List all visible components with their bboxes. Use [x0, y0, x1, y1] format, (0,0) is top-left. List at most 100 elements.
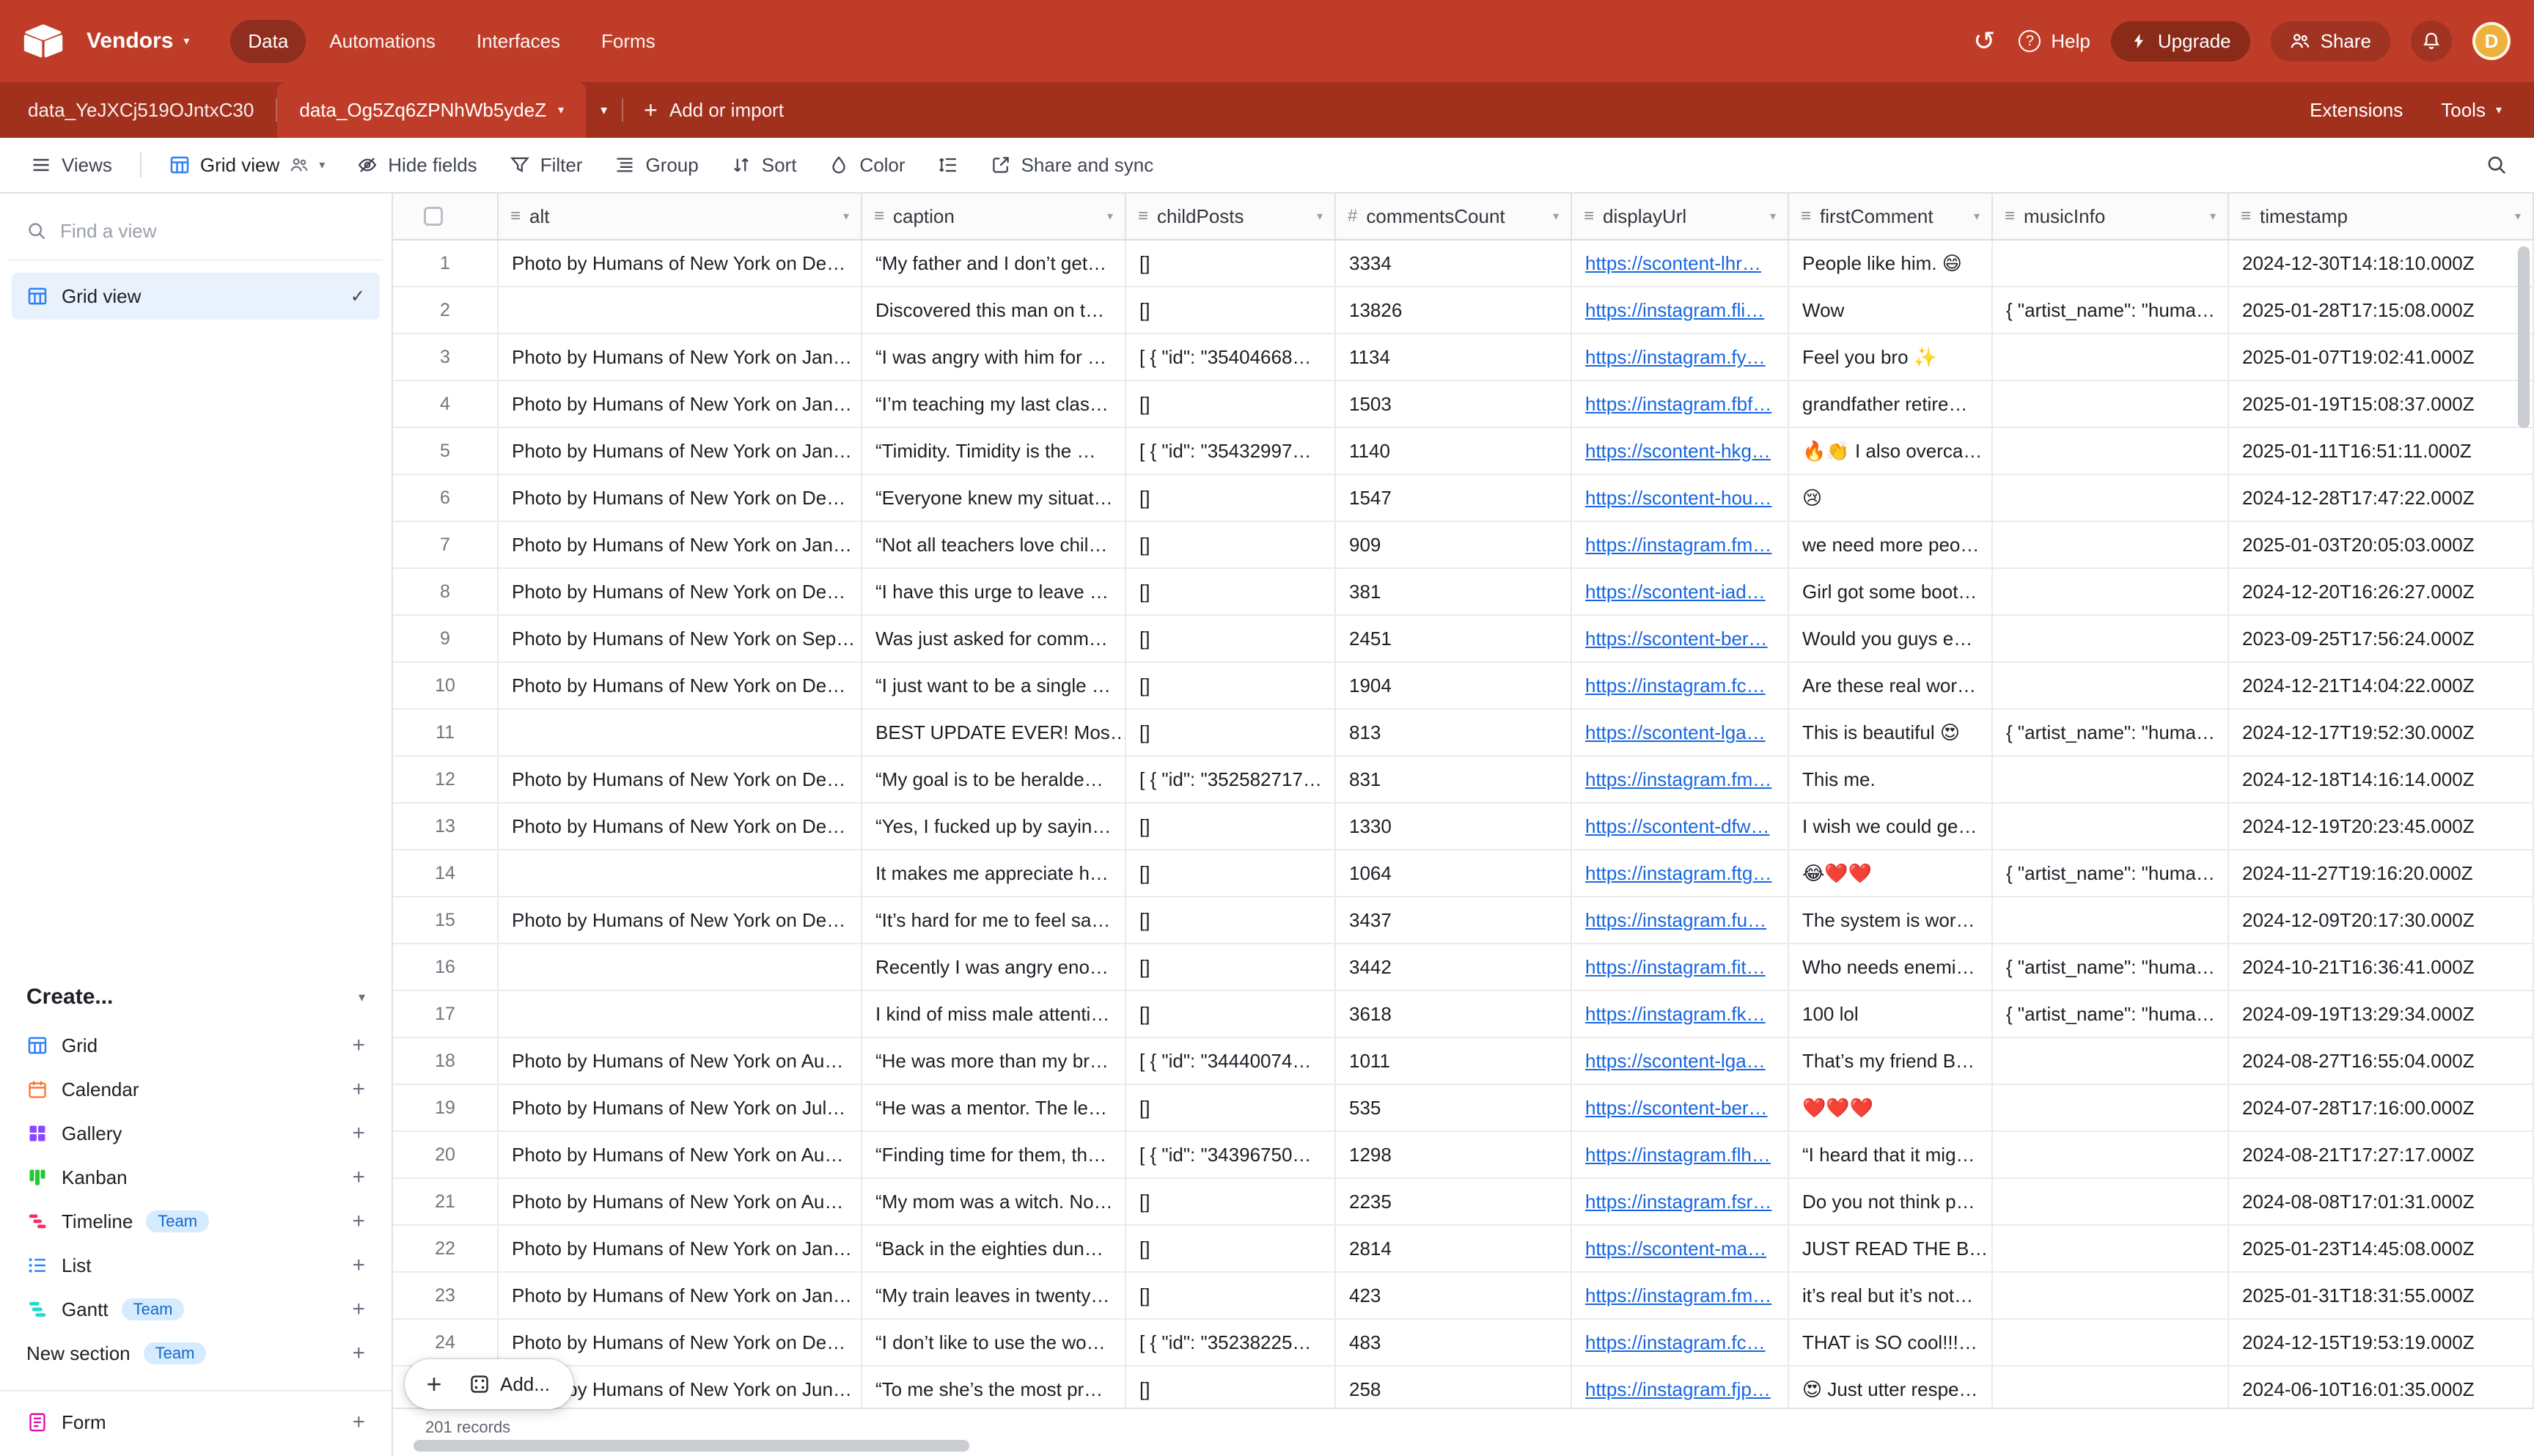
cell-displayUrl[interactable]: https://instagram.flh…	[1572, 1132, 1789, 1177]
cell-caption[interactable]: “Back in the eighties dun…	[862, 1226, 1126, 1271]
url-link[interactable]: https://scontent-hkg…	[1585, 440, 1771, 462]
cell-caption[interactable]: “Finding time for them, th…	[862, 1132, 1126, 1177]
row-number[interactable]: 15	[393, 897, 499, 943]
nav-interfaces[interactable]: Interfaces	[459, 20, 578, 63]
cell-timestamp[interactable]: 2025-01-31T18:31:55.000Z	[2229, 1273, 2534, 1318]
cell-musicInfo[interactable]	[1993, 1273, 2229, 1318]
cell-displayUrl[interactable]: https://scontent-dfw…	[1572, 804, 1789, 849]
cell-displayUrl[interactable]: https://instagram.fc…	[1572, 663, 1789, 708]
url-link[interactable]: https://scontent-dfw…	[1585, 815, 1769, 837]
cell-commentsCount[interactable]: 2235	[1336, 1179, 1572, 1224]
row-number[interactable]: 20	[393, 1132, 499, 1177]
cell-displayUrl[interactable]: https://scontent-lga…	[1572, 1038, 1789, 1084]
add-view-icon[interactable]: +	[352, 1033, 365, 1058]
cell-timestamp[interactable]: 2024-06-10T16:01:35.000Z	[2229, 1367, 2534, 1408]
sort-button[interactable]: Sort	[718, 147, 810, 184]
share-button[interactable]: Share	[2271, 21, 2390, 62]
cell-childPosts[interactable]: []	[1126, 804, 1336, 849]
cell-commentsCount[interactable]: 1503	[1336, 381, 1572, 427]
cell-caption[interactable]: Discovered this man on t…	[862, 287, 1126, 333]
create-item-form[interactable]: Form +	[0, 1400, 392, 1444]
cell-caption[interactable]: It makes me appreciate h…	[862, 850, 1126, 896]
url-link[interactable]: https://instagram.fm…	[1585, 768, 1771, 790]
cell-firstComment[interactable]: Do you not think p…	[1789, 1179, 1993, 1224]
add-view-icon[interactable]: +	[352, 1209, 365, 1234]
cell-timestamp[interactable]: 2025-01-23T14:45:08.000Z	[2229, 1226, 2534, 1271]
cell-firstComment[interactable]: grandfather retire…	[1789, 381, 1993, 427]
cell-caption[interactable]: “He was a mentor. The le…	[862, 1085, 1126, 1130]
history-icon[interactable]: ↺	[1970, 25, 1998, 57]
cell-caption[interactable]: “Not all teachers love chil…	[862, 522, 1126, 567]
cell-musicInfo[interactable]	[1993, 1226, 2229, 1271]
cell-firstComment[interactable]: 😢	[1789, 475, 1993, 521]
cell-musicInfo[interactable]	[1993, 240, 2229, 286]
cell-commentsCount[interactable]: 3618	[1336, 991, 1572, 1037]
cell-timestamp[interactable]: 2024-11-27T19:16:20.000Z	[2229, 850, 2534, 896]
row-number[interactable]: 10	[393, 663, 499, 708]
chevron-down-icon[interactable]: ▾	[1770, 209, 1776, 224]
row-number[interactable]: 8	[393, 569, 499, 614]
chevron-down-icon[interactable]: ▾	[2210, 209, 2216, 224]
cell-firstComment[interactable]: 🔥👏 I also overca…	[1789, 428, 1993, 474]
create-item-list[interactable]: List +	[0, 1243, 392, 1287]
cell-childPosts[interactable]: [ { "id": "352582717…	[1126, 757, 1336, 802]
cell-childPosts[interactable]: []	[1126, 1273, 1336, 1318]
cell-childPosts[interactable]: [ { "id": "35404668…	[1126, 334, 1336, 380]
cell-childPosts[interactable]: []	[1126, 991, 1336, 1037]
sidebar-item-grid-view[interactable]: Grid view ✓	[12, 273, 380, 320]
cell-musicInfo[interactable]	[1993, 1320, 2229, 1365]
cell-musicInfo[interactable]	[1993, 569, 2229, 614]
find-view-input[interactable]	[60, 220, 280, 243]
cell-commentsCount[interactable]: 831	[1336, 757, 1572, 802]
cell-displayUrl[interactable]: https://scontent-iad…	[1572, 569, 1789, 614]
cell-timestamp[interactable]: 2024-12-21T14:04:22.000Z	[2229, 663, 2534, 708]
create-item-gantt[interactable]: Gantt Team +	[0, 1287, 392, 1331]
chevron-down-icon[interactable]: ▾	[843, 209, 849, 224]
row-number[interactable]: 23	[393, 1273, 499, 1318]
cell-timestamp[interactable]: 2025-01-03T20:05:03.000Z	[2229, 522, 2534, 567]
cell-firstComment[interactable]: Wow	[1789, 287, 1993, 333]
cell-musicInfo[interactable]: { "artist_name": "huma…	[1993, 850, 2229, 896]
url-link[interactable]: https://scontent-hou…	[1585, 487, 1771, 509]
row-number[interactable]: 21	[393, 1179, 499, 1224]
cell-firstComment[interactable]: THAT is SO cool!!!…	[1789, 1320, 1993, 1365]
cell-firstComment[interactable]: “I heard that it mig…	[1789, 1132, 1993, 1177]
cell-childPosts[interactable]: []	[1126, 1367, 1336, 1408]
row-number[interactable]: 7	[393, 522, 499, 567]
add-view-icon[interactable]: +	[352, 1165, 365, 1190]
url-link[interactable]: https://scontent-lga…	[1585, 1050, 1766, 1072]
add-section-icon[interactable]: +	[352, 1341, 365, 1366]
cell-displayUrl[interactable]: https://scontent-ma…	[1572, 1226, 1789, 1271]
cell-displayUrl[interactable]: https://instagram.fsr…	[1572, 1179, 1789, 1224]
cell-commentsCount[interactable]: 483	[1336, 1320, 1572, 1365]
cell-musicInfo[interactable]	[1993, 1132, 2229, 1177]
cell-alt[interactable]: Photo by Humans of New York on Jan…	[499, 334, 862, 380]
cell-displayUrl[interactable]: https://instagram.fli…	[1572, 287, 1789, 333]
notifications-bell-icon[interactable]	[2411, 21, 2452, 62]
find-a-view[interactable]	[9, 202, 383, 261]
add-options-button[interactable]: Add...	[455, 1373, 565, 1396]
cell-timestamp[interactable]: 2024-12-15T19:53:19.000Z	[2229, 1320, 2534, 1365]
cell-firstComment[interactable]: Girl got some boot…	[1789, 569, 1993, 614]
cell-musicInfo[interactable]	[1993, 804, 2229, 849]
cell-childPosts[interactable]: []	[1126, 1179, 1336, 1224]
cell-musicInfo[interactable]	[1993, 616, 2229, 661]
cell-childPosts[interactable]: []	[1126, 381, 1336, 427]
horizontal-scrollbar[interactable]	[414, 1440, 969, 1452]
cell-alt[interactable]: Photo by Humans of New York on Au…	[499, 1038, 862, 1084]
cell-alt[interactable]: Photo by Humans of New York on De…	[499, 475, 862, 521]
cell-caption[interactable]: “I’m teaching my last clas…	[862, 381, 1126, 427]
column-header-firstComment[interactable]: ≡firstComment▾	[1789, 194, 1993, 239]
url-link[interactable]: https://instagram.fit…	[1585, 956, 1766, 978]
url-link[interactable]: https://instagram.fy…	[1585, 346, 1766, 368]
cell-timestamp[interactable]: 2024-08-21T17:27:17.000Z	[2229, 1132, 2534, 1177]
row-number[interactable]: 16	[393, 944, 499, 990]
cell-timestamp[interactable]: 2025-01-28T17:15:08.000Z	[2229, 287, 2534, 333]
row-number[interactable]: 1	[393, 240, 499, 286]
extensions-button[interactable]: Extensions	[2295, 90, 2417, 130]
chevron-down-icon[interactable]: ▾	[1974, 209, 1980, 224]
cell-alt[interactable]: Photo by Humans of New York on De…	[499, 1320, 862, 1365]
row-number[interactable]: 6	[393, 475, 499, 521]
cell-caption[interactable]: “To me she’s the most pr…	[862, 1367, 1126, 1408]
cell-musicInfo[interactable]	[1993, 381, 2229, 427]
